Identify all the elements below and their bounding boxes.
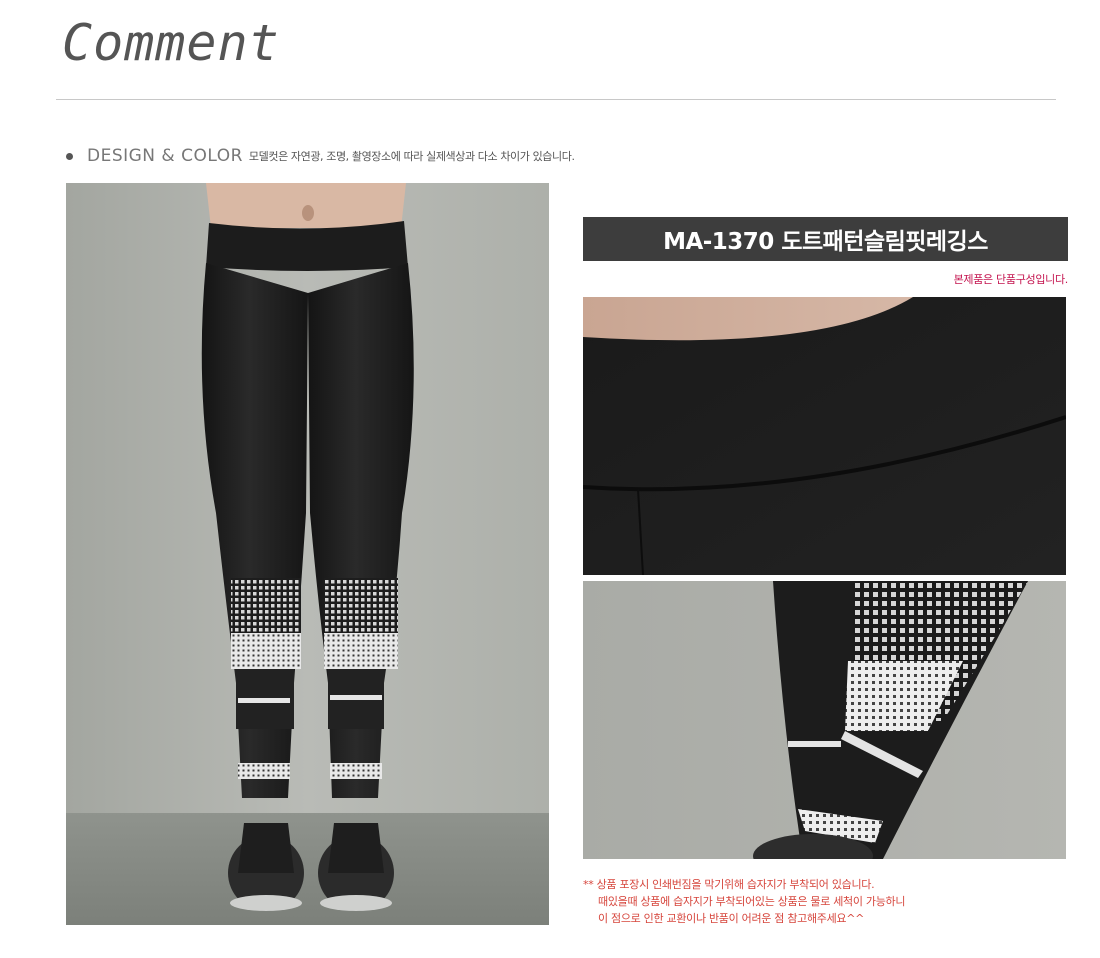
product-title-banner: MA-1370 도트패턴슬림핏레깅스 — [583, 217, 1068, 261]
page-title: Comment — [62, 14, 280, 72]
notice-text: ** 상품 포장시 인쇄번짐을 막기위해 습자지가 부착되어 있습니다. 때있을… — [583, 876, 905, 927]
model-photo — [66, 183, 549, 925]
notice-line-3: 이 점으로 인한 교환이나 반품이 어려운 점 참고해주세요^^ — [598, 912, 865, 925]
design-color-line: DESIGN & COLOR 모델컷은 자연광, 조명, 촬영장소에 따라 실제… — [66, 146, 575, 166]
pattern-detail-photo — [583, 581, 1066, 859]
title-divider — [56, 99, 1056, 100]
design-color-note: 모델컷은 자연광, 조명, 촬영장소에 따라 실제색상과 다소 차이가 있습니다… — [248, 150, 575, 163]
single-item-note: 본제품은 단품구성입니다. — [953, 273, 1069, 286]
design-color-label: DESIGN & COLOR — [87, 146, 243, 166]
notice-line-2: 때있을때 상품에 습자지가 부착되어있는 상품은 물로 세척이 가능하니 — [598, 895, 906, 908]
notice-line-1: ** 상품 포장시 인쇄번짐을 막기위해 습자지가 부착되어 있습니다. — [583, 878, 875, 891]
bullet-icon — [66, 152, 73, 160]
waistband-detail-photo — [583, 297, 1066, 575]
